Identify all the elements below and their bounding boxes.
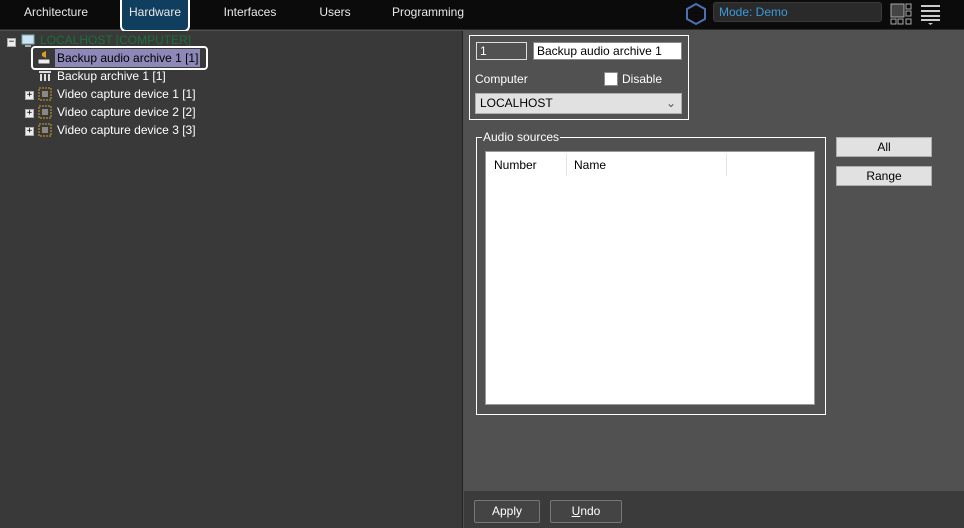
audio-sources-group: Audio sources Number Name: [476, 130, 826, 415]
settings-panel: 1 Backup audio archive 1 Computer Disabl…: [464, 31, 964, 491]
column-divider: [566, 154, 567, 176]
apply-button[interactable]: Apply: [474, 500, 540, 523]
tab-hardware[interactable]: Hardware: [120, 0, 190, 32]
undo-mnemonic: U: [571, 504, 581, 518]
computer-value: LOCALHOST: [480, 96, 553, 110]
tab-users[interactable]: Users: [312, 0, 358, 30]
tab-programming[interactable]: Programming: [390, 0, 466, 30]
expand-toggle[interactable]: +: [25, 109, 34, 118]
disable-checkbox[interactable]: [604, 72, 618, 86]
chevron-down-icon: ⌄: [665, 96, 676, 110]
tree-item-video-capture-1[interactable]: Video capture device 1 [1]: [57, 85, 196, 103]
disable-label: Disable: [622, 72, 663, 86]
computer-label: Computer: [475, 72, 528, 86]
general-settings-group: 1 Backup audio archive 1 Computer Disabl…: [469, 35, 689, 120]
tree-item-video-capture-2[interactable]: Video capture device 2 [2]: [57, 103, 196, 121]
video-capture-icon: [38, 105, 52, 119]
action-bar: Apply Undo: [464, 491, 964, 528]
video-capture-icon: [38, 87, 52, 101]
collapse-toggle[interactable]: −: [7, 38, 16, 47]
undo-button[interactable]: Undo: [550, 500, 622, 523]
tab-architecture[interactable]: Architecture: [20, 0, 92, 30]
name-field[interactable]: Backup audio archive 1: [533, 42, 682, 60]
layout-grid-icon[interactable]: [890, 3, 912, 25]
range-button[interactable]: Range: [836, 166, 932, 186]
column-header-name[interactable]: Name: [574, 158, 606, 172]
video-capture-icon: [38, 123, 52, 137]
undo-label: ndo: [580, 504, 601, 518]
tree-item-backup-archive[interactable]: Backup archive 1 [1]: [57, 67, 166, 85]
menu-icon[interactable]: [921, 4, 941, 26]
tab-interfaces[interactable]: Interfaces: [218, 0, 282, 30]
audio-sources-label: Audio sources: [482, 130, 561, 144]
hardware-tree-panel: − LOCALHOST [COMPUTER] Backup audio arch…: [0, 31, 463, 528]
column-header-number[interactable]: Number: [494, 158, 537, 172]
all-button[interactable]: All: [836, 137, 932, 157]
audio-archive-icon: [37, 51, 51, 65]
mode-indicator[interactable]: Mode: Demo: [713, 2, 882, 22]
column-divider: [726, 154, 727, 176]
audio-sources-list[interactable]: Number Name: [485, 151, 815, 405]
tree-item-backup-audio-archive[interactable]: Backup audio archive 1 [1]: [55, 49, 201, 67]
tree-item-video-capture-3[interactable]: Video capture device 3 [3]: [57, 121, 196, 139]
computer-dropdown[interactable]: LOCALHOST ⌄: [475, 93, 682, 114]
expand-toggle[interactable]: +: [25, 127, 34, 136]
id-field[interactable]: 1: [476, 42, 527, 60]
expand-toggle[interactable]: +: [25, 91, 34, 100]
top-navigation-bar: Architecture Hardware Interfaces Users P…: [0, 0, 964, 32]
archive-icon: [39, 71, 51, 81]
hexagon-logo-icon: [686, 2, 706, 26]
